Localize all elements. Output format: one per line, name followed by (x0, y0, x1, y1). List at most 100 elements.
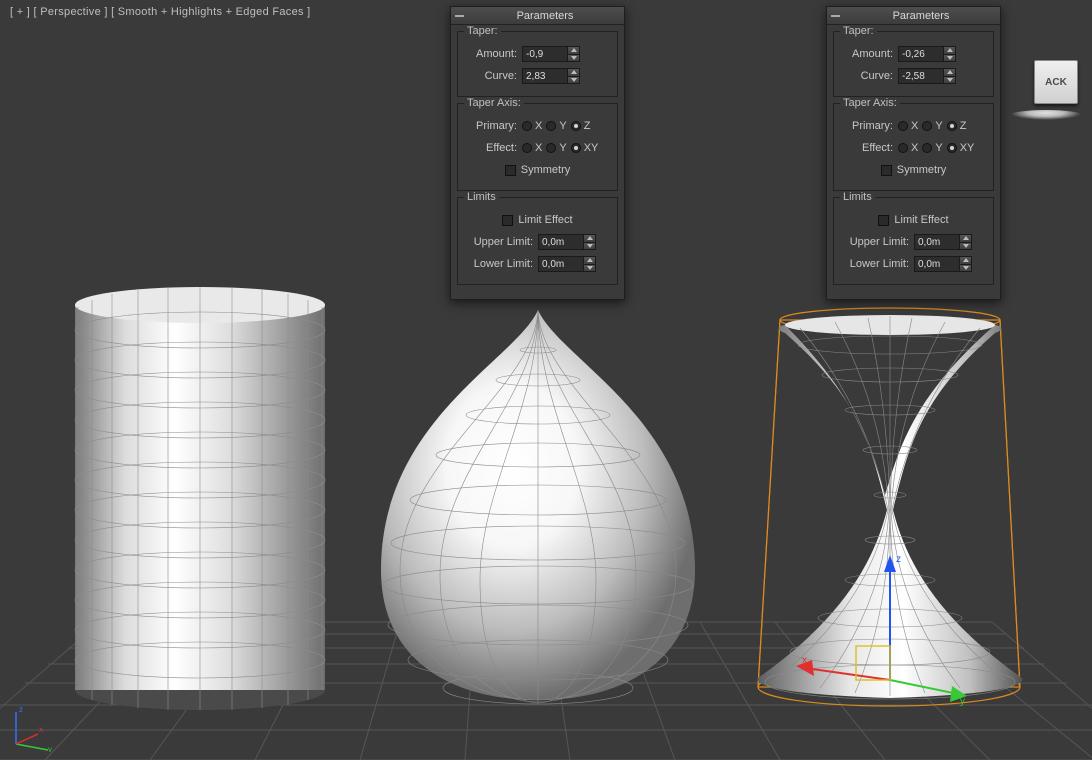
lower-limit-input[interactable] (538, 256, 584, 272)
limits-group: Limits Limit Effect Upper Limit: (457, 197, 618, 285)
viewcube-face[interactable]: ACK (1034, 60, 1078, 104)
viewport-shading[interactable]: [ Smooth + Highlights + Edged Faces ] (111, 6, 310, 18)
group-label: Limits (840, 191, 875, 203)
radio-primary-x[interactable]: X (522, 120, 542, 132)
spinner-down-icon[interactable] (960, 243, 971, 250)
amount-label: Amount: (464, 48, 522, 60)
rollup-toggle-icon[interactable] (455, 15, 464, 17)
spinner-up-icon[interactable] (584, 257, 595, 265)
limit-effect-checkbox[interactable]: Limit Effect (878, 214, 948, 226)
amount-label: Amount: (840, 48, 898, 60)
panel-title: Parameters (470, 10, 620, 22)
checkbox-icon[interactable] (881, 165, 892, 176)
spinner-up-icon[interactable] (960, 235, 971, 243)
spinner-up-icon[interactable] (568, 47, 579, 55)
radio-primary-z[interactable]: Z (571, 120, 591, 132)
effect-label: Effect: (840, 142, 898, 154)
lower-limit-label: Lower Limit: (840, 258, 914, 270)
lower-limit-input[interactable] (914, 256, 960, 272)
spinner-up-icon[interactable] (944, 69, 955, 77)
parameters-panel-1[interactable]: Parameters Taper: Amount: Curve: (826, 6, 1001, 300)
viewcube-shadow (1010, 110, 1082, 120)
spinner-down-icon[interactable] (944, 77, 955, 84)
viewport-plus[interactable]: [ + ] (10, 6, 30, 18)
panel-title: Parameters (846, 10, 996, 22)
limit-effect-label: Limit Effect (518, 214, 572, 226)
spinner-up-icon[interactable] (584, 235, 595, 243)
spinner-up-icon[interactable] (944, 47, 955, 55)
radio-effect-x[interactable]: X (898, 142, 918, 154)
object-hourglass[interactable]: x y z (758, 308, 1023, 707)
checkbox-icon[interactable] (502, 215, 513, 226)
viewport-view[interactable]: [ Perspective ] (34, 6, 108, 18)
curve-spinner[interactable] (522, 68, 580, 84)
checkbox-icon[interactable] (878, 215, 889, 226)
svg-text:x: x (802, 655, 807, 666)
radio-effect-x[interactable]: X (522, 142, 542, 154)
upper-limit-spinner[interactable] (538, 234, 596, 250)
lower-limit-spinner[interactable] (538, 256, 596, 272)
spinner-up-icon[interactable] (960, 257, 971, 265)
upper-limit-input[interactable] (914, 234, 960, 250)
panel-titlebar[interactable]: Parameters (827, 7, 1000, 25)
viewcube[interactable]: ACK (1006, 60, 1086, 130)
svg-text:z: z (896, 554, 901, 565)
curve-label: Curve: (464, 70, 522, 82)
taper-axis-group: Taper Axis: Primary: X Y Z Effect: X Y X… (833, 103, 994, 191)
taper-axis-group: Taper Axis: Primary: X Y Z Effect: X Y X… (457, 103, 618, 191)
upper-limit-spinner[interactable] (914, 234, 972, 250)
limit-effect-label: Limit Effect (894, 214, 948, 226)
spinner-down-icon[interactable] (960, 265, 971, 272)
rollup-toggle-icon[interactable] (831, 15, 840, 17)
amount-spinner[interactable] (522, 46, 580, 62)
curve-input[interactable] (898, 68, 944, 84)
object-cylinder[interactable] (75, 287, 325, 710)
primary-label: Primary: (840, 120, 898, 132)
group-label: Taper Axis: (464, 97, 524, 109)
amount-spinner[interactable] (898, 46, 956, 62)
panel-titlebar[interactable]: Parameters (451, 7, 624, 25)
spinner-up-icon[interactable] (568, 69, 579, 77)
spinner-down-icon[interactable] (568, 77, 579, 84)
lower-limit-label: Lower Limit: (464, 258, 538, 270)
radio-primary-z[interactable]: Z (947, 120, 967, 132)
svg-text:x: x (39, 725, 43, 734)
checkbox-icon[interactable] (505, 165, 516, 176)
symmetry-label: Symmetry (521, 164, 571, 176)
radio-effect-y[interactable]: Y (546, 142, 566, 154)
group-label: Limits (464, 191, 499, 203)
spinner-down-icon[interactable] (584, 265, 595, 272)
world-axes-icon: z y x (8, 702, 58, 752)
spinner-down-icon[interactable] (568, 55, 579, 62)
upper-limit-label: Upper Limit: (464, 236, 538, 248)
limit-effect-checkbox[interactable]: Limit Effect (502, 214, 572, 226)
spinner-down-icon[interactable] (944, 55, 955, 62)
group-label: Taper Axis: (840, 97, 900, 109)
effect-label: Effect: (464, 142, 522, 154)
curve-spinner[interactable] (898, 68, 956, 84)
object-teardrop[interactable] (381, 310, 695, 704)
amount-input[interactable] (898, 46, 944, 62)
spinner-down-icon[interactable] (584, 243, 595, 250)
radio-primary-x[interactable]: X (898, 120, 918, 132)
lower-limit-spinner[interactable] (914, 256, 972, 272)
curve-label: Curve: (840, 70, 898, 82)
upper-limit-input[interactable] (538, 234, 584, 250)
radio-effect-y[interactable]: Y (922, 142, 942, 154)
limits-group: Limits Limit Effect Upper Limit: (833, 197, 994, 285)
radio-effect-xy[interactable]: XY (571, 142, 599, 154)
parameters-panel-0[interactable]: Parameters Taper: Amount: Curve: (450, 6, 625, 300)
svg-text:y: y (48, 745, 52, 752)
primary-label: Primary: (464, 120, 522, 132)
viewport-label: [ + ] [ Perspective ] [ Smooth + Highlig… (10, 6, 311, 18)
upper-limit-label: Upper Limit: (840, 236, 914, 248)
radio-primary-y[interactable]: Y (922, 120, 942, 132)
amount-input[interactable] (522, 46, 568, 62)
symmetry-checkbox[interactable]: Symmetry (505, 164, 571, 176)
radio-primary-y[interactable]: Y (546, 120, 566, 132)
taper-group: Taper: Amount: Curve: (457, 31, 618, 97)
symmetry-checkbox[interactable]: Symmetry (881, 164, 947, 176)
symmetry-label: Symmetry (897, 164, 947, 176)
curve-input[interactable] (522, 68, 568, 84)
radio-effect-xy[interactable]: XY (947, 142, 975, 154)
